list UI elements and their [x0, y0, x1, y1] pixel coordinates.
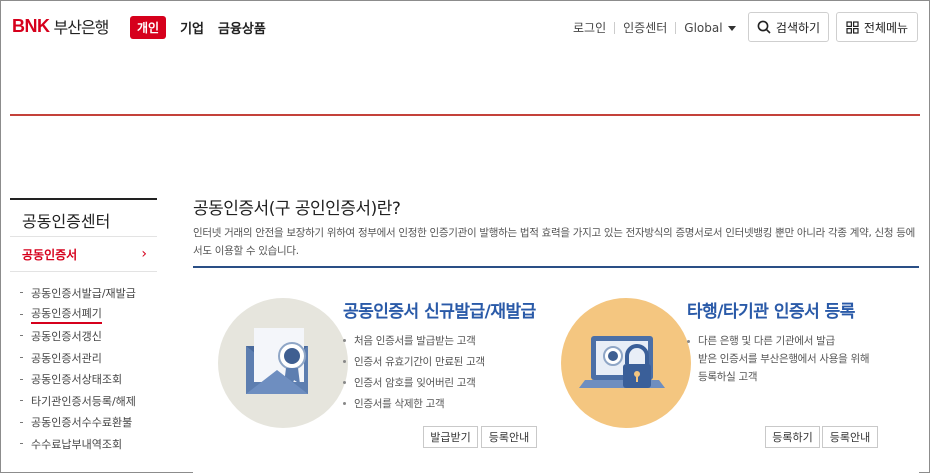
issue-button[interactable]: 발급받기 — [423, 426, 478, 448]
sidebar-subitem-label: 공동인증서발급/재발급 — [31, 286, 136, 300]
register-desc-line3: 등록하실 고객 — [698, 371, 758, 383]
bullet — [20, 292, 23, 294]
sidebar-subitem-label: 공동인증서폐기 — [31, 305, 102, 324]
divider — [614, 21, 616, 34]
sidebar-active-label: 공동인증서 — [22, 247, 78, 262]
sidebar-subitem-status[interactable]: 공동인증서상태조회 — [10, 368, 157, 390]
login-link[interactable]: 로그인 — [573, 19, 606, 36]
sidebar-subitem-issue[interactable]: 공동인증서발급/재발급 — [10, 282, 157, 304]
nav-personal[interactable]: 개인 — [130, 16, 167, 39]
sidebar-subitem-refund[interactable]: 공동인증서수수료환불 — [10, 412, 157, 434]
sidebar-subitem-label: 공동인증서관리 — [31, 351, 102, 365]
sidebar-subitem-label: 수수료납부내역조회 — [31, 437, 123, 451]
bullet — [20, 313, 23, 315]
all-menu-label: 전체메뉴 — [863, 20, 909, 35]
cert-center-link[interactable]: 인증센터 — [623, 19, 667, 36]
issue-guide-button[interactable]: 등록안내 — [481, 426, 537, 448]
nav-products[interactable]: 금융상품 — [218, 18, 266, 37]
certificate-laptop-lock-icon — [561, 298, 691, 428]
nav-business[interactable]: 기업 — [180, 18, 204, 37]
bullet — [343, 381, 346, 384]
bullet — [20, 335, 23, 337]
utility-links: 로그인 인증센터 Global — [573, 19, 736, 36]
all-menu-button[interactable]: 전체메뉴 — [836, 12, 918, 42]
global-dropdown[interactable]: Global — [684, 20, 736, 35]
bnk-logo[interactable]: BNK 부산은행 — [12, 14, 110, 38]
certificate-envelope-icon — [218, 298, 348, 428]
sidebar-subitem-label: 공동인증서갱신 — [31, 329, 102, 343]
sidebar-subitem-label: 타기관인증서등록/해제 — [31, 394, 136, 408]
sidebar-subitem-revoke[interactable]: 공동인증서폐기 — [10, 304, 157, 326]
search-button[interactable]: 검색하기 — [748, 12, 829, 42]
bullet — [20, 421, 23, 423]
divider-line — [10, 114, 920, 116]
bullet — [20, 357, 23, 359]
list-item: 인증서 유효기간이 만료된 고객 — [343, 351, 485, 372]
register-desc-line2: 받은 인증서를 부산은행에서 사용을 위해 — [698, 353, 870, 365]
card-new-issue-title: 공동인증서 신규발급/재발급 — [343, 302, 536, 322]
page-title: 공동인증서(구 공인인증서)란? — [193, 199, 401, 219]
search-label: 검색하기 — [775, 20, 821, 35]
sidebar-subitem-manage[interactable]: 공동인증서관리 — [10, 347, 157, 369]
bullet — [687, 339, 690, 343]
register-desc-line1: 다른 은행 및 다른 기관에서 발급 — [698, 335, 835, 347]
global-label: Global — [684, 20, 723, 35]
register-guide-button[interactable]: 등록안내 — [822, 426, 878, 448]
service-panel: 공동인증서 신규발급/재발급 처음 인증서를 발급받는 고객 인증서 유효기간이… — [193, 266, 919, 473]
bullet — [20, 378, 23, 380]
logo-bnk-text: BNK — [12, 15, 50, 36]
card-register-desc: 다른 은행 및 다른 기관에서 발급 받은 인증서를 부산은행에서 사용을 위해… — [687, 332, 870, 386]
bullet — [20, 400, 23, 402]
grid-menu-icon — [846, 20, 859, 34]
sidebar-subitem-fee-history[interactable]: 수수료납부내역조회 — [10, 433, 157, 455]
header: BNK 부산은행 개인 기업 금융상품 로그인 인증센터 Global 검색하기… — [0, 0, 930, 56]
sidebar-submenu: 공동인증서발급/재발급 공동인증서폐기 공동인증서갱신 공동인증서관리 공동인증… — [10, 272, 157, 455]
list-item-text: 인증서 유효기간이 만료된 고객 — [354, 356, 485, 368]
bullet — [343, 339, 346, 342]
card-register-title: 타행/타기관 인증서 등록 — [687, 302, 855, 322]
logo-bank-text: 부산은행 — [53, 18, 110, 37]
sidebar-subitem-renew[interactable]: 공동인증서갱신 — [10, 325, 157, 347]
sidebar-subitem-label: 공동인증서상태조회 — [31, 373, 123, 387]
divider — [675, 21, 677, 34]
list-item: 인증서를 삭제한 고객 — [343, 393, 485, 414]
sidebar-subitem-other-register[interactable]: 타기관인증서등록/해제 — [10, 390, 157, 412]
main-nav: 개인 기업 금융상품 — [130, 16, 266, 39]
bullet — [20, 443, 23, 445]
sidebar-title: 공동인증센터 — [10, 198, 157, 236]
list-item-text: 인증서를 삭제한 고객 — [354, 398, 445, 410]
chevron-right-icon: › — [141, 246, 147, 262]
list-item-text: 처음 인증서를 발급받는 고객 — [354, 335, 476, 347]
bullet — [343, 360, 346, 363]
register-button[interactable]: 등록하기 — [765, 426, 820, 448]
sidebar: 공동인증센터 공동인증서 › 공동인증서발급/재발급 공동인증서폐기 공동인증서… — [10, 198, 157, 455]
list-item: 처음 인증서를 발급받는 고객 — [343, 330, 485, 351]
list-item-text: 인증서 암호를 잊어버린 고객 — [354, 377, 476, 389]
sidebar-subitem-label: 공동인증서수수료환불 — [31, 416, 133, 430]
sidebar-item-certificate[interactable]: 공동인증서 › — [10, 236, 157, 272]
caret-down-icon — [727, 25, 736, 31]
bullet — [343, 402, 346, 405]
search-icon — [757, 20, 771, 34]
page-description: 인터넷 거래의 안전을 보장하기 위하여 정부에서 인정한 인증기관이 발행하는… — [193, 227, 916, 257]
card-new-issue-list: 처음 인증서를 발급받는 고객 인증서 유효기간이 만료된 고객 인증서 암호를… — [343, 330, 485, 414]
list-item: 인증서 암호를 잊어버린 고객 — [343, 372, 485, 393]
